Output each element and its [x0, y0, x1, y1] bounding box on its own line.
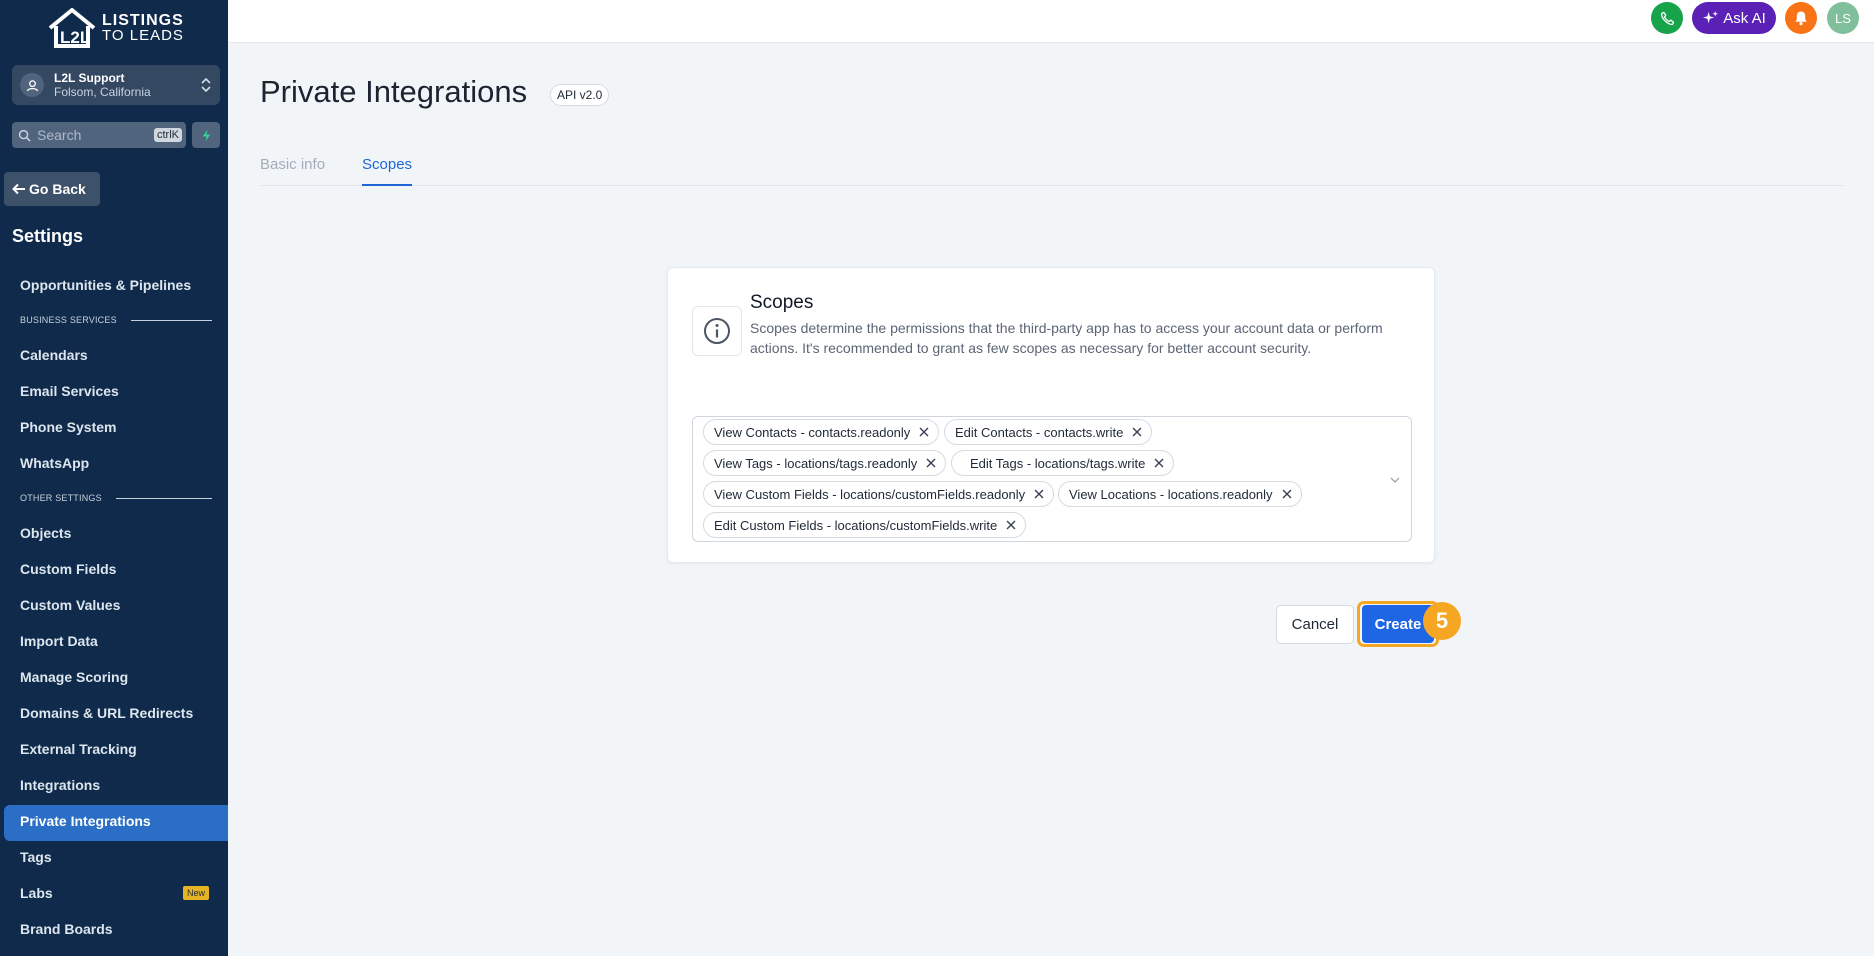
sidebar-item-email-services[interactable]: Email Services: [20, 381, 119, 401]
brand-line-2: TO LEADS: [102, 27, 184, 44]
sidebar-item-manage-scoring[interactable]: Manage Scoring: [20, 667, 128, 687]
page-title: Private Integrations: [260, 74, 528, 109]
bell-icon: [1795, 11, 1807, 26]
go-back-button[interactable]: Go Back: [4, 172, 100, 206]
go-back-label: Go Back: [29, 181, 86, 197]
step-number-badge: 5: [1423, 602, 1461, 640]
account-switcher[interactable]: L2L Support Folsom, California: [12, 65, 220, 105]
scope-chip: Edit Tags - locations/tags.write: [951, 450, 1175, 476]
info-icon: [704, 318, 730, 344]
scope-chip-label: Edit Custom Fields - locations/customFie…: [714, 517, 998, 533]
search-icon: [18, 129, 31, 142]
scope-chip-label: Edit Contacts - contacts.write: [955, 424, 1124, 440]
tab-scopes[interactable]: Scopes: [362, 156, 413, 186]
scope-chip: View Tags - locations/tags.readonly: [703, 450, 947, 476]
close-icon[interactable]: [918, 426, 930, 438]
sidebar-item-domains-url-redirects[interactable]: Domains & URL Redirects: [20, 703, 193, 723]
ask-ai-button[interactable]: Ask AI: [1692, 2, 1776, 34]
house-logo-icon: L2L: [48, 8, 96, 48]
sparkle-icon: [1703, 10, 1719, 23]
info-icon-box: [692, 306, 742, 356]
sidebar: L2L LISTINGS TO LEADS L2L Support Folsom…: [0, 0, 228, 956]
section-business-services: BUSINESS SERVICES: [20, 315, 212, 325]
account-avatar: [20, 73, 44, 97]
cancel-button[interactable]: Cancel: [1276, 605, 1354, 644]
close-icon[interactable]: [1153, 457, 1165, 469]
sidebar-item-custom-values[interactable]: Custom Values: [20, 595, 120, 615]
svg-text:L2L: L2L: [60, 28, 90, 47]
labs-new-badge: New: [183, 886, 210, 900]
account-name: L2L Support: [54, 71, 125, 85]
close-icon[interactable]: [925, 457, 937, 469]
settings-heading: Settings: [12, 226, 84, 246]
phone-button[interactable]: [1651, 2, 1683, 34]
scope-chip-label: View Contacts - contacts.readonly: [714, 424, 911, 440]
sidebar-item-external-tracking[interactable]: External Tracking: [20, 739, 137, 759]
ask-ai-label: Ask AI: [1723, 9, 1766, 27]
sidebar-item-opportunities-pipelines[interactable]: Opportunities & Pipelines: [20, 275, 191, 295]
search-placeholder: Search: [37, 127, 82, 143]
close-icon[interactable]: [1281, 488, 1293, 500]
scopes-multiselect[interactable]: View Contacts - contacts.readonly Edit C…: [692, 416, 1412, 542]
chevron-up-down-icon: [201, 77, 211, 93]
sidebar-item-tags[interactable]: Tags: [20, 847, 52, 867]
sidebar-item-calendars[interactable]: Calendars: [20, 345, 88, 365]
sidebar-item-import-data[interactable]: Import Data: [20, 631, 98, 651]
scope-chip: Edit Contacts - contacts.write: [944, 419, 1153, 445]
scope-chip-label: View Custom Fields - locations/customFie…: [714, 486, 1026, 502]
scope-chip: Edit Custom Fields - locations/customFie…: [703, 512, 1027, 538]
scope-chip: View Custom Fields - locations/customFie…: [703, 481, 1055, 507]
scope-chip: View Locations - locations.readonly: [1058, 481, 1302, 507]
sidebar-item-custom-fields[interactable]: Custom Fields: [20, 559, 116, 579]
sidebar-item-integrations[interactable]: Integrations: [20, 775, 100, 795]
quick-actions-button[interactable]: [192, 122, 220, 148]
arrow-left-icon: [12, 183, 25, 195]
sidebar-item-whatsapp[interactable]: WhatsApp: [20, 453, 89, 473]
notifications-button[interactable]: [1785, 2, 1817, 34]
sidebar-item-brand-boards[interactable]: Brand Boards: [20, 919, 113, 939]
user-icon: [26, 79, 38, 91]
scopes-card: Scopes Scopes determine the permissions …: [667, 267, 1435, 563]
brand-line-1: LISTINGS: [102, 12, 184, 29]
close-icon[interactable]: [1131, 426, 1143, 438]
tab-basic-info[interactable]: Basic info: [260, 156, 325, 186]
scope-chip-label: View Locations - locations.readonly: [1069, 486, 1273, 502]
sidebar-item-private-integrations[interactable]: Private Integrations: [20, 811, 151, 831]
sidebar-item-objects[interactable]: Objects: [20, 523, 71, 543]
search-shortcut: ctrlK: [154, 128, 182, 142]
tab-bar: Basic info Scopes: [260, 152, 1844, 186]
scopes-title: Scopes: [750, 292, 814, 313]
scope-chip-label: Edit Tags - locations/tags.write: [970, 455, 1146, 471]
user-avatar[interactable]: LS: [1827, 2, 1859, 34]
search-input[interactable]: Search ctrlK: [12, 122, 186, 148]
top-bar: [228, 0, 1874, 43]
close-icon[interactable]: [1005, 519, 1017, 531]
lightning-icon: [202, 129, 210, 141]
sidebar-item-labs[interactable]: Labs: [20, 883, 53, 903]
phone-icon: [1660, 11, 1674, 25]
account-location: Folsom, California: [54, 85, 151, 99]
brand-logo[interactable]: L2L LISTINGS TO LEADS: [46, 6, 196, 50]
close-icon[interactable]: [1033, 488, 1045, 500]
scope-chip: View Contacts - contacts.readonly: [703, 419, 940, 445]
sidebar-item-phone-system[interactable]: Phone System: [20, 417, 116, 437]
api-version-badge: API v2.0: [550, 84, 610, 106]
scopes-description: Scopes determine the permissions that th…: [750, 320, 1383, 356]
section-other-settings: OTHER SETTINGS: [20, 493, 212, 503]
chevron-down-icon[interactable]: [1389, 475, 1401, 485]
scope-chip-label: View Tags - locations/tags.readonly: [714, 455, 918, 471]
